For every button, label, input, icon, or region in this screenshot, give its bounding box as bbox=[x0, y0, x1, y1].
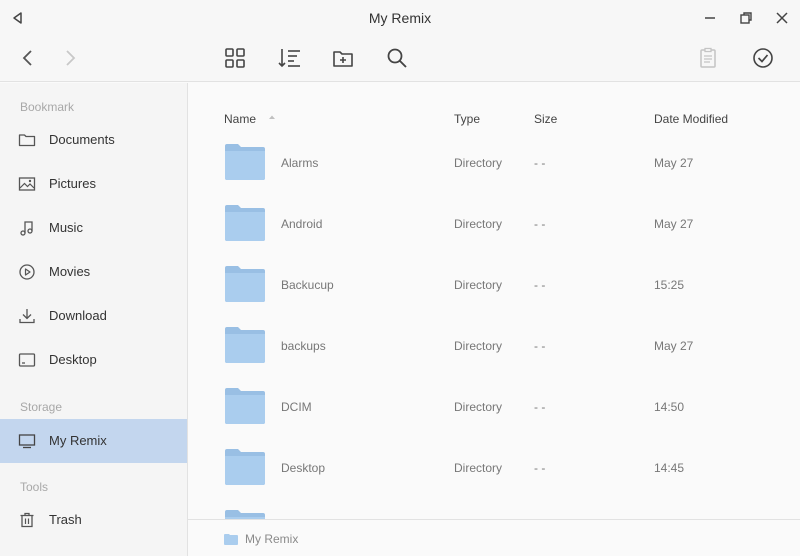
window-title: My Remix bbox=[368, 10, 432, 26]
sidebar-item-label: Movies bbox=[49, 264, 91, 279]
back-icon[interactable] bbox=[16, 46, 40, 70]
breadcrumb[interactable]: My Remix bbox=[245, 532, 298, 546]
file-size: - - bbox=[534, 339, 546, 353]
file-type: Directory bbox=[454, 339, 503, 353]
close-button[interactable] bbox=[773, 9, 791, 27]
file-size: - - bbox=[534, 461, 546, 475]
file-type: Directory bbox=[454, 217, 503, 231]
clipboard-icon[interactable] bbox=[696, 46, 720, 70]
file-type: Directory bbox=[454, 400, 503, 414]
sort-icon[interactable] bbox=[277, 46, 301, 70]
file-date: May 27 bbox=[654, 156, 694, 170]
file-name: DCIM bbox=[281, 400, 312, 414]
column-header-date[interactable]: Date Modified bbox=[654, 112, 728, 126]
download-icon bbox=[18, 307, 36, 325]
minimize-button[interactable] bbox=[701, 9, 719, 27]
file-name: backups bbox=[281, 339, 326, 353]
file-list: Name Type Size Date Modified Alarms Dire… bbox=[188, 83, 800, 519]
sidebar-section-storage: Storage bbox=[20, 400, 63, 414]
search-icon[interactable] bbox=[385, 46, 409, 70]
file-name: Desktop bbox=[281, 461, 326, 475]
sidebar-item-label: Desktop bbox=[49, 352, 97, 367]
sidebar-item-pictures[interactable]: Pictures bbox=[0, 162, 187, 206]
table-row[interactable]: Alarms Directory - - May 27 bbox=[188, 144, 800, 205]
music-note-icon bbox=[18, 219, 36, 237]
file-size: - - bbox=[534, 217, 546, 231]
sidebar-item-music[interactable]: Music bbox=[0, 206, 187, 250]
sidebar-item-desktop[interactable]: Desktop bbox=[0, 338, 187, 382]
sidebar-item-trash[interactable]: Trash bbox=[0, 498, 187, 542]
file-type: Directory bbox=[454, 461, 503, 475]
trash-icon bbox=[18, 511, 36, 529]
file-size: - - bbox=[534, 400, 546, 414]
file-type: Directory bbox=[454, 156, 503, 170]
file-type: Directory bbox=[454, 278, 503, 292]
sidebar: Bookmark Documents Pictures Music Movies… bbox=[0, 83, 188, 556]
folder-icon bbox=[224, 510, 266, 519]
file-date: 15:25 bbox=[654, 278, 685, 292]
sidebar-item-label: Pictures bbox=[49, 176, 96, 191]
folder-icon bbox=[224, 449, 266, 485]
table-row[interactable]: Desktop Directory - - 14:45 bbox=[188, 449, 800, 510]
sidebar-item-movies[interactable]: Movies bbox=[0, 250, 187, 294]
status-bar: My Remix bbox=[188, 519, 800, 556]
sidebar-item-label: Trash bbox=[49, 512, 82, 527]
forward-icon[interactable] bbox=[58, 46, 82, 70]
folder-icon bbox=[224, 534, 238, 545]
table-row[interactable]: DCIM Directory - - 14:50 bbox=[188, 388, 800, 449]
sidebar-item-download[interactable]: Download bbox=[0, 294, 187, 338]
column-header-type[interactable]: Type bbox=[454, 112, 480, 126]
title-bar: My Remix bbox=[0, 0, 800, 36]
sidebar-section-bookmark: Bookmark bbox=[20, 100, 75, 114]
sidebar-item-label: Download bbox=[49, 308, 107, 323]
grid-view-icon[interactable] bbox=[223, 46, 247, 70]
new-folder-icon[interactable] bbox=[331, 46, 355, 70]
folder-icon bbox=[224, 327, 266, 363]
folder-icon bbox=[224, 388, 266, 424]
table-row[interactable] bbox=[188, 510, 800, 519]
table-row[interactable]: backups Directory - - May 27 bbox=[188, 327, 800, 388]
sidebar-item-my-remix[interactable]: My Remix bbox=[0, 419, 187, 463]
desktop-icon bbox=[18, 351, 36, 369]
file-date: May 27 bbox=[654, 217, 694, 231]
folder-icon bbox=[224, 144, 266, 180]
file-date: 14:50 bbox=[654, 400, 685, 414]
image-icon bbox=[18, 175, 36, 193]
monitor-icon bbox=[18, 432, 36, 450]
file-date: 14:45 bbox=[654, 461, 685, 475]
sidebar-item-documents[interactable]: Documents bbox=[0, 118, 187, 162]
file-size: - - bbox=[534, 156, 546, 170]
sidebar-item-label: Music bbox=[49, 220, 83, 235]
file-name: Android bbox=[281, 217, 323, 231]
folder-icon bbox=[224, 266, 266, 302]
file-date: May 27 bbox=[654, 339, 694, 353]
folder-icon bbox=[224, 205, 266, 241]
table-row[interactable]: Android Directory - - May 27 bbox=[188, 205, 800, 266]
file-size: - - bbox=[534, 278, 546, 292]
column-header-size[interactable]: Size bbox=[534, 112, 557, 126]
toolbar bbox=[0, 36, 800, 82]
file-name: Backucup bbox=[281, 278, 334, 292]
sidebar-section-tools: Tools bbox=[20, 480, 49, 494]
folder-icon bbox=[18, 131, 36, 149]
file-name: Alarms bbox=[281, 156, 319, 170]
sidebar-item-label: Documents bbox=[49, 132, 115, 147]
play-circle-icon bbox=[18, 263, 36, 281]
table-row[interactable]: Backucup Directory - - 15:25 bbox=[188, 266, 800, 327]
sort-ascending-icon bbox=[268, 114, 276, 120]
sidebar-item-label: My Remix bbox=[49, 433, 107, 448]
restore-button[interactable] bbox=[737, 9, 755, 27]
column-header-name[interactable]: Name bbox=[224, 112, 256, 126]
check-circle-icon[interactable] bbox=[751, 46, 775, 70]
